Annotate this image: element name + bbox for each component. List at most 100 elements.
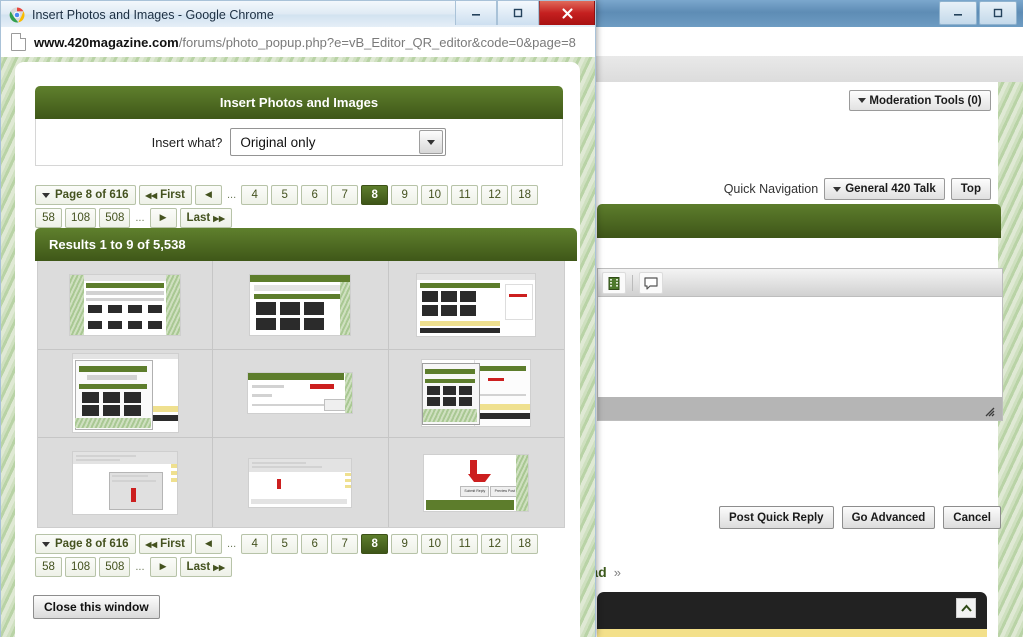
page-button[interactable]: 7 [331,185,359,205]
page-button[interactable]: 18 [511,185,539,205]
first-page-button[interactable]: ◂◂ First [138,534,192,554]
maximize-icon[interactable] [979,1,1017,25]
minimize-icon[interactable] [455,1,497,25]
thumbnail-cell[interactable] [388,261,564,350]
prev-page-button[interactable]: ◄ [194,185,222,205]
page-button[interactable]: 5 [271,534,299,554]
page-button[interactable]: 108 [65,557,97,577]
page-button[interactable]: 6 [301,185,329,205]
thumb9-submit-reply-label: Submit Reply [460,485,490,497]
resize-grip-icon[interactable] [983,404,995,417]
popup-url-path: /forums/photo_popup.php?e=vB_Editor_QR_e… [178,34,576,50]
moderation-tools-label: Moderation Tools (0) [869,94,982,107]
quick-reply-footer [597,397,1003,421]
page-button[interactable]: 508 [99,557,131,577]
close-icon[interactable] [539,1,595,25]
page-button[interactable]: 18 [511,534,539,554]
thumbnail-grid: Submit Reply Preview Post [37,261,565,528]
quick-reply-buttons[interactable]: Post Quick Reply Go Advanced Cancel [718,506,1001,529]
scroll-to-top-button[interactable] [956,598,976,618]
thumb-3 [416,272,537,337]
page-button[interactable]: 58 [35,208,62,228]
cancel-button[interactable]: Cancel [943,506,1001,529]
page-button[interactable]: 6 [301,534,329,554]
pagination-bottom[interactable]: Page 8 of 616 ◂◂ First ◄ ... 4 5 6 7 8 9… [35,534,565,577]
first-page-label: First [160,189,185,201]
chevron-down-icon [833,186,842,192]
page-button-current[interactable]: 8 [361,534,389,554]
toolbar-separator [632,275,633,291]
thumbnail-cell[interactable]: Submit Reply Preview Post [389,438,564,527]
double-right-arrow-icon: ▸▸ [213,562,225,574]
thumb-1 [69,273,182,336]
film-strip-icon[interactable] [602,272,626,294]
page-button[interactable]: 9 [391,185,419,205]
go-advanced-button[interactable]: Go Advanced [841,506,936,529]
last-page-label: Last [186,212,211,224]
next-page-button[interactable]: ► [149,557,177,577]
page-button[interactable]: 5 [271,185,299,205]
reply-section-header [597,204,1001,238]
post-quick-reply-button[interactable]: Post Quick Reply [718,506,834,529]
popup-window-controls[interactable] [455,1,595,26]
close-this-window-button[interactable]: Close this window [33,595,160,619]
chevron-down-icon [42,192,50,198]
page-button[interactable]: 58 [35,557,62,577]
top-button[interactable]: Top [950,178,991,200]
page-button[interactable]: 7 [331,534,359,554]
insert-photos-popup-window: Insert Photos and Images - Google Chrome… [0,0,596,637]
thumbnail-cell[interactable] [38,261,214,350]
last-page-button[interactable]: Last ▸▸ [179,557,232,577]
last-page-label: Last [186,561,211,573]
quick-navigation-label: Quick Navigation [723,182,819,196]
footer-dark-bar [597,592,987,629]
thumbnail-cell[interactable] [388,350,564,439]
page-button[interactable]: 508 [99,208,131,228]
popup-title-bar: Insert Photos and Images - Google Chrome [0,0,596,28]
quick-navigation-value: General 420 Talk [845,183,936,195]
next-page-button[interactable]: ► [149,208,177,228]
page-button[interactable]: 10 [421,534,449,554]
page-button[interactable]: 4 [241,534,269,554]
thumbnail-cell[interactable] [38,349,214,439]
popup-window-title: Insert Photos and Images - Google Chrome [32,7,274,22]
thumb-4 [71,353,179,434]
pagination-ellipsis-left: ... [226,189,237,201]
double-right-arrow-icon: ▸▸ [213,213,225,225]
prev-page-button[interactable]: ◄ [194,534,222,554]
background-window-controls[interactable] [939,1,1017,25]
pagination-top[interactable]: Page 8 of 616 ◂◂ First ◄ ... 4 5 6 7 8 9… [35,185,565,228]
thumbnail-cell[interactable] [213,261,389,350]
thumb-5 [247,372,354,415]
popup-url-bar[interactable]: www.420magazine.com/forums/photo_popup.p… [0,27,596,58]
insert-what-select[interactable]: Original only [230,128,447,156]
page-button[interactable]: 11 [451,534,479,554]
thumb-2 [249,273,352,336]
page-button[interactable]: 4 [241,185,269,205]
quick-reply-textarea[interactable] [597,296,1003,399]
page-indicator-label: Page 8 of 616 [55,189,129,201]
page-button-current[interactable]: 8 [361,185,389,205]
last-page-button[interactable]: Last ▸▸ [179,208,232,228]
page-button[interactable]: 11 [451,185,479,205]
page-button[interactable]: 108 [65,208,97,228]
page-indicator[interactable]: Page 8 of 616 [35,185,136,205]
first-page-button[interactable]: ◂◂ First [138,185,192,205]
thumbnail-cell[interactable] [38,438,214,527]
page-button[interactable]: 12 [481,534,509,554]
page-indicator[interactable]: Page 8 of 616 [35,534,136,554]
speech-bubble-icon[interactable] [639,272,663,294]
maximize-icon[interactable] [497,1,539,25]
page-button[interactable]: 9 [391,534,419,554]
page-button[interactable]: 10 [421,185,449,205]
page-indicator-label: Page 8 of 616 [55,538,129,550]
thumbnail-cell[interactable] [213,438,389,527]
quick-reply-toolbar-icons[interactable] [602,272,663,294]
page-button[interactable]: 12 [481,185,509,205]
minimize-icon[interactable] [939,1,977,25]
thumbnail-cell[interactable] [213,349,389,439]
moderation-tools-button[interactable]: Moderation Tools (0) [849,90,991,111]
popup-url-domain: www.420magazine.com [34,34,179,50]
quick-navigation-select[interactable]: General 420 Talk [824,178,945,200]
chevron-down-icon[interactable] [419,130,444,154]
